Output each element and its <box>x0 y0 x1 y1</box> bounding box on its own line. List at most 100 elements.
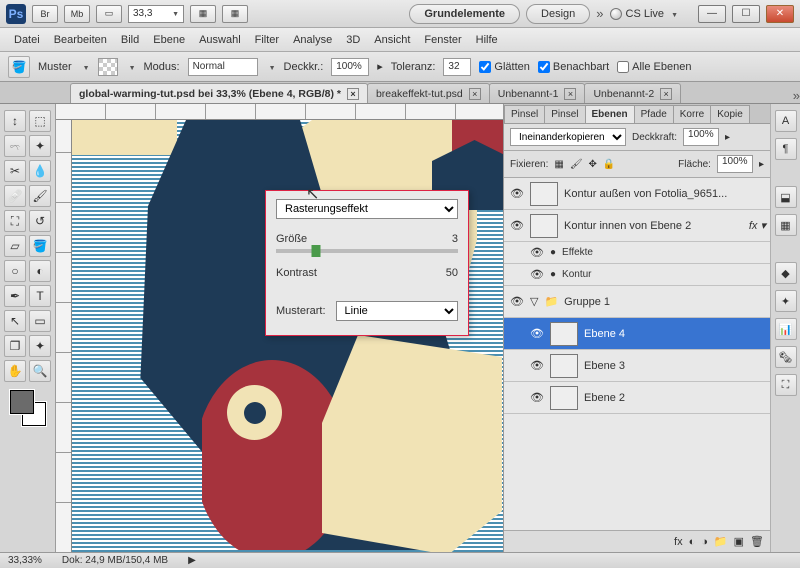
visibility-icon[interactable]: 👁 <box>510 295 524 309</box>
hand-tool[interactable]: ✋ <box>4 360 26 382</box>
fx-badge[interactable]: fx ▾ <box>749 219 766 232</box>
lock-position-icon[interactable]: ✥ <box>589 159 597 170</box>
visibility-icon[interactable]: 👁 <box>530 246 544 260</box>
close-icon[interactable]: × <box>347 88 359 100</box>
workspace-more-icon[interactable] <box>596 6 603 21</box>
tab-ebenen[interactable]: Ebenen <box>585 105 635 123</box>
layer-row[interactable]: 👁Ebene 3 <box>504 350 770 382</box>
visibility-icon[interactable]: 👁 <box>510 187 524 201</box>
layer-thumbnail[interactable] <box>550 354 578 378</box>
move-tool[interactable]: ↕ <box>4 110 26 132</box>
fx-icon[interactable]: fx <box>674 536 683 548</box>
crop-tool[interactable]: ✂ <box>4 160 26 182</box>
panel-icon-info[interactable]: ✦ <box>775 290 797 312</box>
tab-korrekturen[interactable]: Korre <box>673 105 711 123</box>
zoom-dropdown[interactable]: 33,3 <box>128 5 184 23</box>
panel-icon-notes[interactable]: 🗞 <box>775 346 797 368</box>
doc-tab-4[interactable]: Unbenannt-2× <box>584 83 681 103</box>
layer-name[interactable]: Ebene 3 <box>584 360 625 372</box>
layer-row[interactable]: 👁 Kontur innen von Ebene 2 fx ▾ <box>504 210 770 242</box>
color-swatches[interactable] <box>10 390 46 426</box>
dodge-tool[interactable]: ◐ <box>29 260 51 282</box>
lasso-tool[interactable]: 𓍼 <box>4 135 26 157</box>
panel-icon-paragraph[interactable]: ¶ <box>775 138 797 160</box>
close-icon[interactable]: × <box>564 88 576 100</box>
menu-hilfe[interactable]: Hilfe <box>476 34 498 46</box>
doc-tab-1[interactable]: global-warming-tut.psd bei 33,3% (Ebene … <box>70 83 368 103</box>
layer-row[interactable]: 👁Ebene 2 <box>504 382 770 414</box>
menu-datei[interactable]: Datei <box>14 34 40 46</box>
bridge-button[interactable]: Br <box>32 5 58 23</box>
halftone-dialog[interactable]: Rasterungseffekt Größe 3 Kontrast 50 Mus… <box>265 190 469 336</box>
layer-row[interactable]: 👁Kontur außen von Fotolia_9651... <box>504 178 770 210</box>
fill-field[interactable]: 100% <box>717 155 753 173</box>
path-select-tool[interactable]: ↖ <box>4 310 26 332</box>
minibridge-button[interactable]: Mb <box>64 5 90 23</box>
musterart-select[interactable]: Linie <box>336 301 458 321</box>
pattern-swatch[interactable] <box>98 58 118 76</box>
delete-layer-icon[interactable]: 🗑 <box>750 535 764 548</box>
tab-kopieren[interactable]: Kopie <box>710 105 750 123</box>
layer-row[interactable]: 👁●Effekte <box>504 242 770 264</box>
glatten-checkbox[interactable]: Glätten <box>479 61 529 73</box>
panel-icon-nav[interactable]: ◆ <box>775 262 797 284</box>
eraser-tool[interactable]: ▱ <box>4 235 26 257</box>
contrast-value[interactable]: 50 <box>422 267 458 279</box>
close-icon[interactable]: × <box>660 88 672 100</box>
tabs-overflow-icon[interactable] <box>793 88 800 103</box>
layer-name[interactable]: Kontur innen von Ebene 2 <box>564 220 691 232</box>
menu-3d[interactable]: 3D <box>346 34 360 46</box>
menu-auswahl[interactable]: Auswahl <box>199 34 241 46</box>
blend-mode-select[interactable]: Ineinanderkopieren <box>510 128 626 146</box>
close-icon[interactable]: × <box>469 88 481 100</box>
lock-all-icon[interactable]: 🔒 <box>603 159 615 170</box>
3d-tool[interactable]: ❐ <box>4 335 26 357</box>
marquee-tool[interactable]: ⬚ <box>29 110 51 132</box>
visibility-icon[interactable]: 👁 <box>510 219 524 233</box>
layer-row[interactable]: 👁●Kontur <box>504 264 770 286</box>
bucket-tool[interactable]: 🪣 <box>29 235 51 257</box>
benachbart-checkbox[interactable]: Benachbart <box>538 61 609 73</box>
shape-tool[interactable]: ▭ <box>29 310 51 332</box>
pen-tool[interactable]: ✒ <box>4 285 26 307</box>
toleranz-field[interactable]: 32 <box>443 58 471 76</box>
group-expand-icon[interactable]: ▽ <box>530 295 538 308</box>
doc-tab-2[interactable]: breakeffekt-tut.psd× <box>367 83 490 103</box>
heal-tool[interactable]: 🩹 <box>4 185 26 207</box>
menu-filter[interactable]: Filter <box>255 34 279 46</box>
group-icon[interactable]: 📁 <box>714 535 728 548</box>
pattern-dropdown-icon[interactable] <box>126 61 136 73</box>
layer-row[interactable]: 👁▽📁Gruppe 1 <box>504 286 770 318</box>
menu-fenster[interactable]: Fenster <box>424 34 461 46</box>
brush-tool[interactable]: 🖌 <box>29 185 51 207</box>
panel-icon-swatches[interactable]: ▦ <box>775 214 797 236</box>
muster-dropdown-icon[interactable] <box>80 61 90 73</box>
lock-pixels-icon[interactable]: 🖌 <box>570 159 583 170</box>
method-select[interactable]: Rasterungseffekt <box>276 199 458 219</box>
cslive-label[interactable]: CS Live <box>626 8 665 20</box>
opacity-arrow-icon[interactable]: ▸ <box>725 132 730 143</box>
history-brush-tool[interactable]: ↺ <box>29 210 51 232</box>
visibility-icon[interactable]: 👁 <box>530 391 544 405</box>
tab-pfade[interactable]: Pfade <box>634 105 674 123</box>
tab-pinsel1[interactable]: Pinsel <box>504 105 545 123</box>
zoom-tool[interactable]: 🔍 <box>29 360 51 382</box>
wand-tool[interactable]: ✦ <box>29 135 51 157</box>
layer-row[interactable]: 👁 Ebene 4 <box>504 318 770 350</box>
layer-thumbnail[interactable] <box>550 322 578 346</box>
foreground-color[interactable] <box>10 390 34 414</box>
tab-pinsel2[interactable]: Pinsel <box>544 105 585 123</box>
workspace-essentials[interactable]: Grundelemente <box>409 4 520 24</box>
layer-name[interactable]: Gruppe 1 <box>564 296 610 308</box>
visibility-icon[interactable]: 👁 <box>530 327 544 341</box>
screenmode-button[interactable]: ▭ <box>96 5 122 23</box>
layer-thumbnail[interactable] <box>550 386 578 410</box>
stamp-tool[interactable]: ⛶ <box>4 210 26 232</box>
window-maximize[interactable]: ☐ <box>732 5 760 23</box>
menu-bild[interactable]: Bild <box>121 34 139 46</box>
status-zoom[interactable]: 33,33% <box>8 555 42 566</box>
modus-dropdown[interactable]: Normal <box>188 58 258 76</box>
layer-thumbnail[interactable] <box>530 214 558 238</box>
layer-name[interactable]: Ebene 4 <box>584 328 625 340</box>
status-arrow-icon[interactable]: ▶ <box>188 555 196 566</box>
